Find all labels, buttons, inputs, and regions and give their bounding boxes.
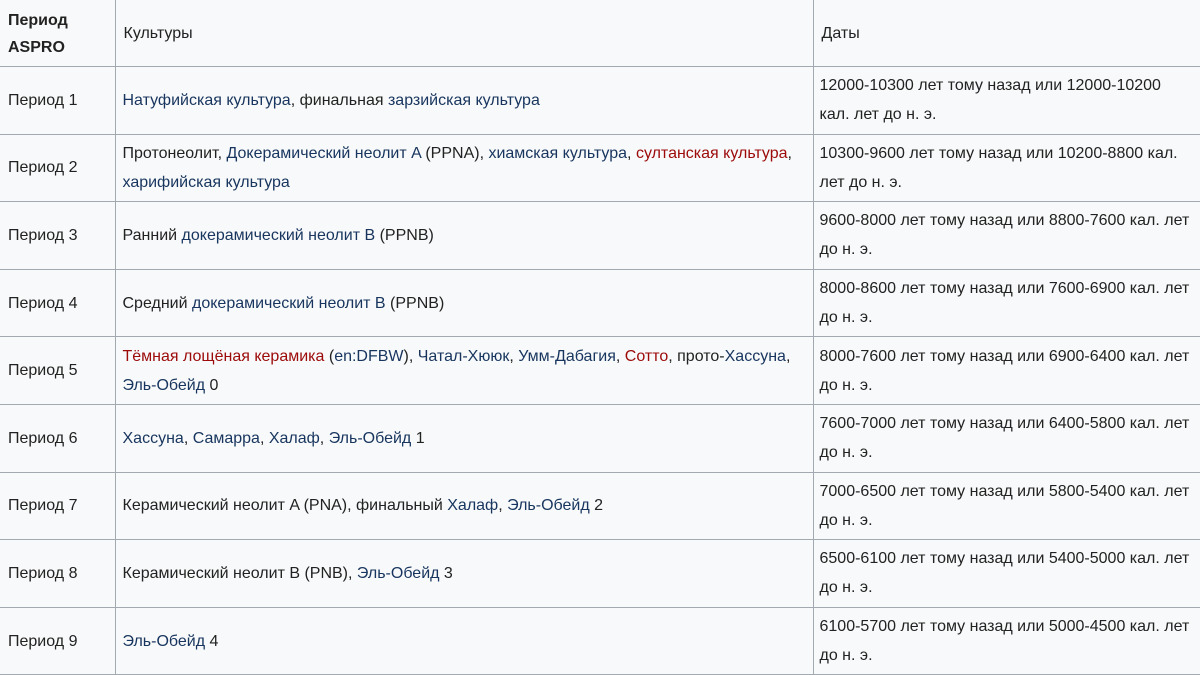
culture-link[interactable]: Натуфийская культура [123, 92, 291, 109]
culture-text: , финальная [290, 91, 388, 109]
table-row: Период 9 Эль-Обейд 4 6100-5700 лет тому на… [0, 606, 1200, 675]
table-row: Период 3 Ранний докерамический неолит B (… [0, 201, 1200, 270]
culture-text: , прото- [668, 347, 725, 365]
culture-text: , [319, 429, 329, 447]
culture-link[interactable]: Умм-Дабагия [518, 348, 616, 365]
dates-cell: 7000-6500 лет тому назад или 5800-5400 к… [812, 471, 1200, 541]
culture-link[interactable]: Халаф [447, 497, 498, 514]
table-row: Период 1 Натуфийская культура, финальная … [0, 66, 1200, 135]
dates-cell: 10300-9600 лет тому назад или 10200-8800… [812, 133, 1200, 203]
table-row: Период 2 Протонеолит, Докерамический неол… [0, 133, 1200, 203]
culture-link[interactable]: Эль-Обейд [123, 633, 206, 650]
table-body: Период 1 Натуфийская культура, финальная … [0, 66, 1200, 675]
table-row: Период 7 Керамический неолит A (PNA), фин… [0, 471, 1200, 541]
dates-cell: 7600-7000 лет тому назад или 6400-5800 к… [812, 403, 1200, 473]
table-row: Период 8 Керамический неолит B (PNB), Эль… [0, 539, 1200, 608]
culture-text: Средний [122, 294, 192, 312]
culture-text: Протонеолит, [122, 144, 227, 162]
culture-text: 0 [205, 376, 219, 394]
culture-link[interactable]: Хассуна [123, 430, 184, 447]
culture-link[interactable]: Самарра [193, 430, 260, 447]
culture-red-link[interactable]: Сотто [625, 348, 668, 365]
culture-link[interactable]: en:DFBW [334, 348, 403, 365]
culture-text: (PPNA), [420, 144, 489, 162]
culture-text: , [787, 144, 792, 162]
culture-text: , [627, 144, 636, 162]
table-row: Период 4 Средний докерамический неолит B … [0, 268, 1200, 338]
culture-red-link[interactable]: Тёмная лощёная керамика [123, 348, 325, 365]
cultures-cell: Тёмная лощёная керамика (en:DFBW), Чатал… [114, 336, 814, 405]
culture-text: , [615, 347, 625, 365]
aspro-periods-table: Период ASPRO Культуры Даты Период 1 Натуф… [0, 0, 1200, 675]
cultures-cell: Средний докерамический неолит B (PPNB) [114, 268, 814, 338]
culture-text: , [259, 429, 269, 447]
culture-link[interactable]: Чатал-Хююк [418, 348, 510, 365]
period-cell: Период 9 [0, 606, 116, 675]
cultures-cell: Хассуна, Самарра, Халаф, Эль-Обейд 1 [114, 403, 814, 473]
period-cell: Период 1 [0, 66, 116, 135]
culture-link[interactable]: Эль-Обейд [329, 430, 412, 447]
culture-link[interactable]: докерамический неолит B [182, 227, 376, 244]
culture-link[interactable]: Эль-Обейд [507, 497, 590, 514]
culture-text: 3 [439, 564, 453, 582]
culture-red-link[interactable]: султанская культура [636, 145, 788, 162]
cultures-cell: Протонеолит, Докерамический неолит A (PP… [114, 133, 814, 203]
table-header-row: Период ASPRO Культуры Даты [0, 0, 1200, 67]
dates-cell: 12000-10300 лет тому назад или 12000-102… [812, 66, 1200, 135]
dates-cell: 8000-7600 лет тому назад или 6900-6400 к… [812, 336, 1200, 405]
culture-text: 1 [411, 429, 425, 447]
period-cell: Период 5 [0, 336, 116, 405]
culture-link[interactable]: Эль-Обейд [123, 377, 206, 394]
culture-text: 4 [205, 632, 219, 650]
culture-link[interactable]: Докерамический неолит A [227, 145, 421, 162]
culture-link[interactable]: докерамический неолит B [192, 295, 386, 312]
culture-link[interactable]: хиамская культура [488, 145, 627, 162]
culture-link[interactable]: зарзийская культура [388, 92, 540, 109]
cultures-cell: Натуфийская культура, финальная зарзийск… [114, 66, 814, 135]
culture-text: (PPNB) [375, 226, 434, 244]
column-header-cultures: Культуры [114, 0, 814, 67]
culture-link[interactable]: Эль-Обейд [357, 565, 440, 582]
period-cell: Период 6 [0, 403, 116, 473]
column-header-dates: Даты [812, 0, 1200, 67]
period-cell: Период 3 [0, 201, 116, 270]
dates-cell: 6100-5700 лет тому назад или 5000-4500 к… [812, 606, 1200, 675]
dates-cell: 9600-8000 лет тому назад или 8800-7600 к… [812, 201, 1200, 270]
culture-link[interactable]: Хассуна [725, 348, 786, 365]
culture-text: , [509, 347, 519, 365]
culture-text: 2 [589, 497, 604, 515]
culture-text: , [498, 497, 508, 515]
period-cell: Период 8 [0, 539, 116, 608]
dates-cell: 6500-6100 лет тому назад или 5400-5000 к… [812, 539, 1200, 608]
culture-text: ), [403, 347, 418, 365]
culture-link[interactable]: харифийская культура [123, 174, 290, 191]
culture-text: , [183, 429, 193, 447]
culture-text: Керамический неолит A (PNA), финальный [122, 497, 448, 515]
cultures-cell: Ранний докерамический неолит B (PPNB) [114, 201, 814, 270]
culture-text: , [785, 347, 791, 365]
culture-text: Ранний [122, 226, 182, 244]
cultures-cell: Керамический неолит A (PNA), финальный Х… [114, 471, 814, 541]
culture-text: ( [324, 347, 335, 365]
period-cell: Период 4 [0, 268, 116, 338]
culture-text: Керамический неолит B (PNB), [122, 564, 357, 582]
culture-text: (PPNB) [385, 294, 445, 312]
culture-link[interactable]: Халаф [269, 430, 320, 447]
period-cell: Период 2 [0, 133, 116, 203]
period-cell: Период 7 [0, 471, 116, 541]
cultures-cell: Эль-Обейд 4 [114, 606, 814, 675]
table-row: Период 5 Тёмная лощёная керамика (en:DFBW… [0, 336, 1200, 405]
table-row: Период 6 Хассуна, Самарра, Халаф, Эль-Обе… [0, 403, 1200, 473]
cultures-cell: Керамический неолит B (PNB), Эль-Обейд 3 [114, 539, 814, 608]
column-header-period: Период ASPRO [0, 0, 116, 67]
dates-cell: 8000-8600 лет тому назад или 7600-6900 к… [812, 268, 1200, 338]
